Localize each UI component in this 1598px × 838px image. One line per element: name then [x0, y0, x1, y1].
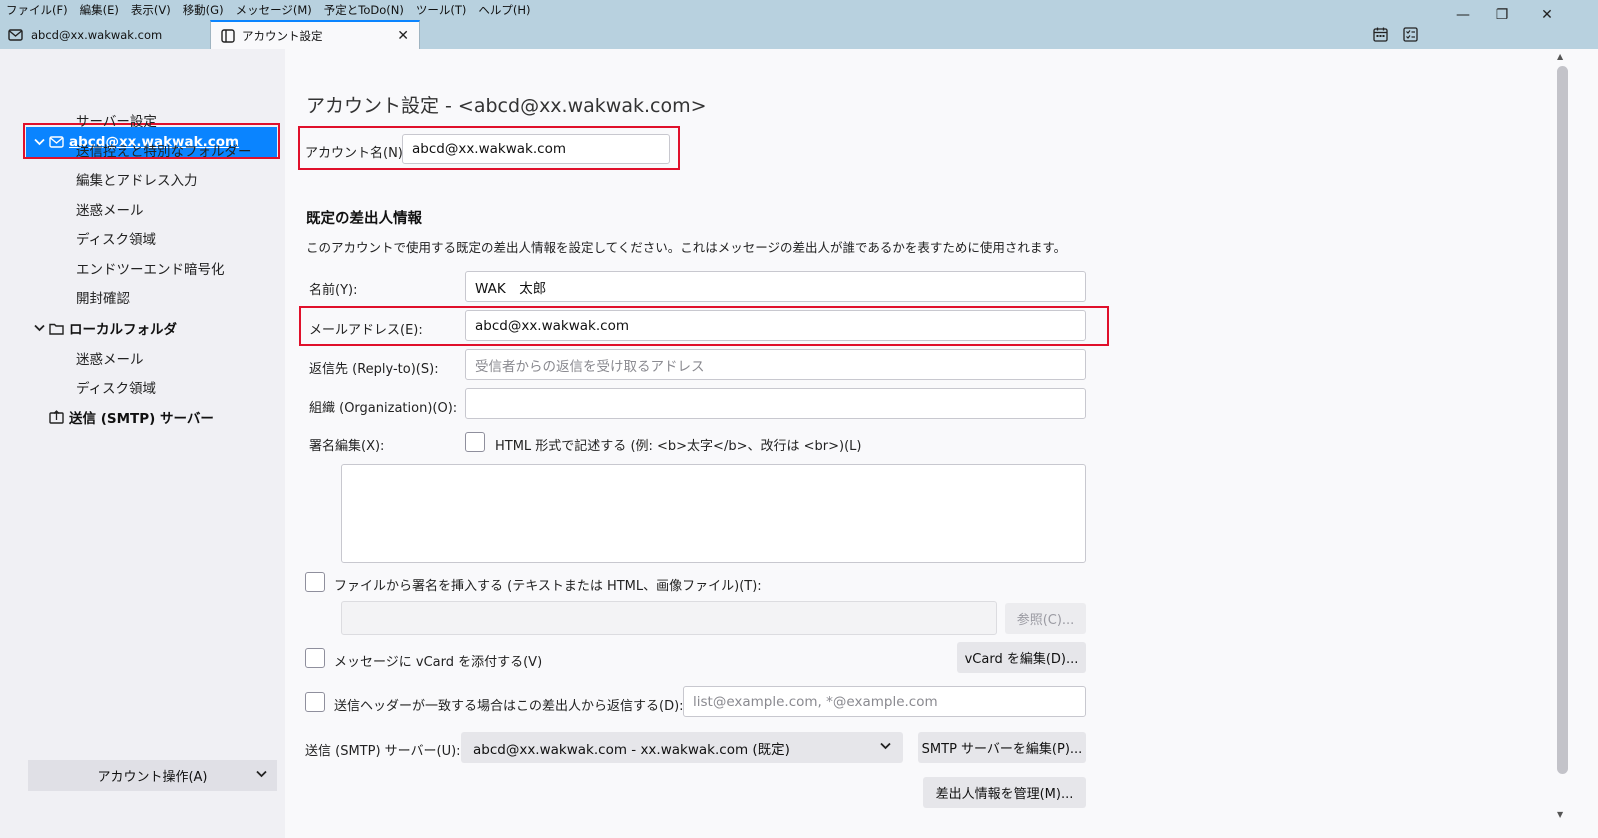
identity-description: このアカウントで使用する既定の差出人情報を設定してください。これはメッセージの差…	[306, 240, 1067, 255]
sidebar-item-local-folders-label: ローカルフォルダ	[69, 322, 177, 338]
signature-file-path-input	[341, 601, 997, 635]
chevron-down-icon	[256, 768, 267, 781]
vertical-scrollbar[interactable]	[1557, 66, 1568, 774]
tasks-icon[interactable]	[1402, 26, 1418, 42]
close-icon[interactable]: ✕	[397, 28, 409, 44]
chevron-down-icon[interactable]	[34, 324, 45, 332]
menu-message[interactable]: メッセージ(M)	[230, 0, 318, 20]
settings-page-icon	[221, 28, 235, 43]
sidebar-item-disk-space[interactable]: ディスク領域	[76, 223, 156, 253]
name-label: 名前(Y):	[309, 283, 358, 298]
sidebar-item-label: 送信控えと特別なフォルダー	[76, 144, 252, 160]
folder-icon	[49, 322, 64, 335]
menu-edit[interactable]: 編集(E)	[74, 0, 125, 20]
menu-bar: ファイル(F) 編集(E) 表示(V) 移動(G) メッセージ(M) 予定とTo…	[0, 0, 536, 20]
sidebar-item-junk[interactable]: 迷惑メール	[76, 194, 144, 224]
identity-section-title: 既定の差出人情報	[306, 211, 422, 227]
menu-file[interactable]: ファイル(F)	[0, 0, 74, 20]
html-signature-label: HTML 形式で記述する (例: <b>太字</b>、改行は <br>)(L)	[495, 439, 862, 454]
sidebar-item-label: 開封確認	[76, 291, 130, 307]
sidebar-item-e2e-encryption[interactable]: エンドツーエンド暗号化	[76, 253, 225, 283]
account-settings-panel: アカウント設定 - <abcd@xx.wakwak.com> アカウント名(N)…	[285, 49, 1553, 838]
manage-identities-button[interactable]: 差出人情報を管理(M)...	[923, 777, 1086, 808]
smtp-server-label: 送信 (SMTP) サーバー(U):	[305, 744, 461, 759]
reply-from-input[interactable]: list@example.com, *@example.com	[683, 686, 1086, 717]
signature-label: 署名編集(X):	[309, 439, 385, 454]
menu-tools[interactable]: ツール(T)	[410, 0, 473, 20]
sidebar-item-local-junk[interactable]: 迷惑メール	[76, 343, 144, 373]
vcard-label: メッセージに vCard を添付する(V)	[334, 655, 543, 670]
reply-to-input[interactable]: 受信者からの返信を受け取るアドレス	[465, 349, 1086, 380]
menu-help[interactable]: ヘルプ(H)	[472, 0, 536, 20]
sidebar-item-label: 編集とアドレス入力	[76, 173, 198, 189]
menu-go[interactable]: 移動(G)	[177, 0, 230, 20]
tab-mail-label: abcd@xx.wakwak.com	[31, 27, 163, 42]
organization-input[interactable]	[465, 388, 1086, 419]
signature-file-checkbox[interactable]	[305, 572, 325, 592]
sidebar-item-label: 迷惑メール	[76, 203, 144, 219]
reply-from-label: 送信ヘッダーが一致する場合はこの差出人から返信する(D):	[334, 699, 684, 714]
sidebar-item-local-disk-space[interactable]: ディスク領域	[76, 372, 156, 402]
sidebar-item-composition[interactable]: 編集とアドレス入力	[76, 164, 198, 194]
chevron-down-icon	[880, 740, 891, 753]
menu-events-tasks[interactable]: 予定とToDo(N)	[318, 0, 410, 20]
edit-vcard-button[interactable]: vCard を編集(D)...	[957, 642, 1086, 673]
smtp-server-value: abcd@xx.wakwak.com - xx.wakwak.com (既定)	[473, 741, 790, 758]
chevron-down-icon[interactable]	[34, 138, 45, 146]
account-actions-button[interactable]: アカウント操作(A)	[28, 760, 277, 791]
restore-button[interactable]: ❐	[1479, 0, 1525, 30]
mail-icon	[8, 28, 24, 42]
sidebar-item-label: 迷惑メール	[76, 352, 144, 368]
minimize-icon: —	[1456, 7, 1470, 23]
account-actions-label: アカウント操作(A)	[97, 770, 208, 785]
html-signature-checkbox[interactable]	[465, 432, 485, 452]
sidebar-item-copies-folders[interactable]: 送信控えと特別なフォルダー	[76, 135, 252, 165]
account-name-input[interactable]: abcd@xx.wakwak.com	[402, 134, 670, 164]
restore-icon: ❐	[1495, 7, 1509, 23]
vcard-checkbox[interactable]	[305, 648, 325, 668]
outbox-icon	[49, 410, 64, 424]
signature-textarea[interactable]	[341, 464, 1086, 563]
name-input[interactable]: WAK 太郎	[465, 271, 1086, 302]
account-tree-sidebar: abcd@xx.wakwak.com サーバー設定 送信控えと特別なフォルダー …	[0, 49, 285, 838]
close-window-button[interactable]: ✕	[1524, 0, 1570, 30]
edit-smtp-server-button[interactable]: SMTP サーバーを編集(P)...	[918, 732, 1086, 763]
sidebar-item-return-receipts[interactable]: 開封確認	[76, 282, 130, 312]
signature-file-label: ファイルから署名を挿入する (テキストまたは HTML、画像ファイル)(T):	[334, 579, 762, 594]
sidebar-item-smtp-label: 送信 (SMTP) サーバー	[69, 411, 214, 427]
tab-settings-label: アカウント設定	[242, 28, 323, 43]
scroll-up-icon[interactable]: ▲	[1557, 52, 1563, 61]
email-label: メールアドレス(E):	[309, 323, 423, 338]
reply-from-checkbox[interactable]	[305, 692, 325, 712]
smtp-server-select[interactable]: abcd@xx.wakwak.com - xx.wakwak.com (既定)	[461, 732, 903, 763]
sidebar-item-label: サーバー設定	[76, 114, 157, 130]
email-input[interactable]: abcd@xx.wakwak.com	[465, 310, 1086, 341]
reply-to-label: 返信先 (Reply-to)(S):	[309, 362, 439, 377]
sidebar-item-label: ディスク領域	[76, 381, 157, 397]
close-icon: ✕	[1541, 7, 1553, 23]
page-title: アカウント設定 - <abcd@xx.wakwak.com>	[306, 95, 707, 117]
sidebar-item-server-settings[interactable]: サーバー設定	[76, 105, 157, 135]
tab-strip: abcd@xx.wakwak.com アカウント設定 ✕	[0, 20, 420, 49]
tab-mail[interactable]: abcd@xx.wakwak.com	[0, 20, 210, 49]
calendar-icon[interactable]	[1372, 26, 1388, 42]
sidebar-item-label: エンドツーエンド暗号化	[76, 262, 225, 278]
organization-label: 組織 (Organization)(O):	[309, 401, 458, 416]
menu-view[interactable]: 表示(V)	[125, 0, 177, 20]
browse-button: 参照(C)...	[1005, 603, 1086, 634]
mail-icon	[49, 136, 64, 148]
scroll-down-icon[interactable]: ▼	[1557, 810, 1563, 819]
account-name-label: アカウント名(N):	[305, 146, 408, 161]
sidebar-item-label: ディスク領域	[76, 232, 157, 248]
tab-account-settings[interactable]: アカウント設定 ✕	[210, 20, 420, 49]
sidebar-item-smtp[interactable]: 送信 (SMTP) サーバー	[49, 402, 214, 432]
sidebar-item-local-folders[interactable]: ローカルフォルダ	[34, 313, 177, 343]
